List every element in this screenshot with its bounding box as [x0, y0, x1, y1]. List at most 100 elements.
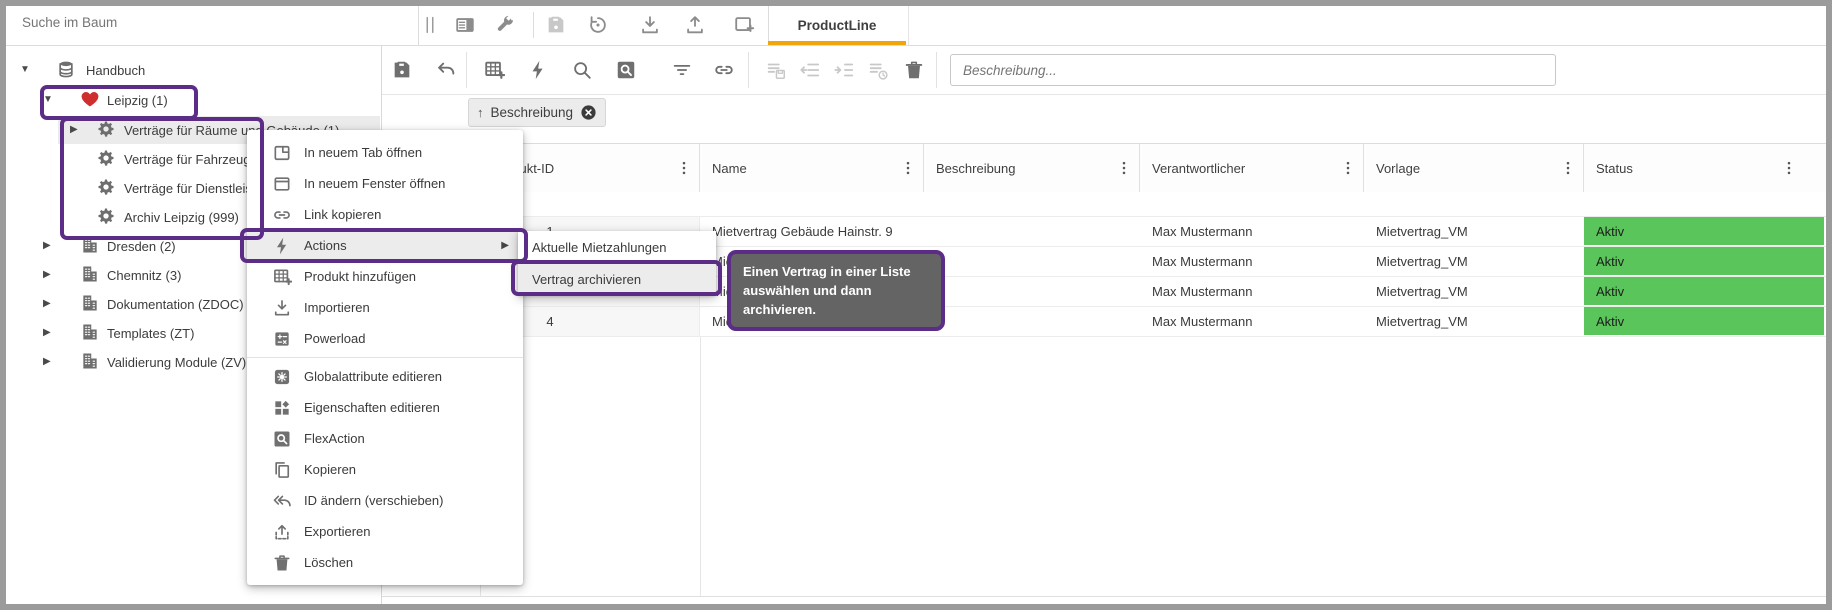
header-cell-verantwortlicher[interactable]: Verantwortlicher	[1140, 144, 1364, 193]
menu-item-in-neuem-tab-öffnen[interactable]: In neuem Tab öffnen	[247, 137, 523, 168]
restore-history-icon[interactable]	[587, 14, 609, 36]
menu-item-importieren[interactable]: Importieren	[247, 292, 523, 323]
menu-item-id-ändern-verschieben[interactable]: ID ändern (verschieben)	[247, 485, 523, 516]
wrench-icon[interactable]	[494, 14, 516, 36]
table-new-entry-row[interactable]	[382, 192, 1826, 217]
panel-view-icon[interactable]	[454, 14, 476, 36]
cell-name[interactable]: Mietvertrag Gebäude Hainstr. 9	[700, 217, 924, 246]
cell-beschreibung[interactable]	[924, 247, 1140, 276]
save-icon[interactable]	[545, 14, 567, 36]
sort-chip-beschreibung[interactable]: ↑ Beschreibung	[468, 98, 606, 127]
open-window-icon	[272, 174, 292, 194]
cell-vorlage[interactable]: Mietvertrag_VM	[1364, 217, 1584, 246]
expand-arrow-icon[interactable]: ▶	[43, 269, 51, 280]
submenu-item-vertrag-archivieren[interactable]: Vertrag archivieren	[518, 263, 716, 295]
expand-arrow-icon[interactable]: ▶	[43, 327, 51, 338]
indent-right-icon[interactable]	[833, 59, 855, 81]
tree-item-label: Handbuch	[86, 63, 145, 78]
header-cell-vorlage[interactable]: Vorlage	[1364, 144, 1584, 193]
cell-status[interactable]: Aktiv	[1584, 277, 1826, 306]
header-cell-status[interactable]: Status	[1584, 144, 1826, 193]
cell-verantwortlicher[interactable]: Max Mustermann	[1140, 277, 1364, 306]
menu-item-exportieren[interactable]: Exportieren	[247, 516, 523, 547]
cell-beschreibung[interactable]	[924, 307, 1140, 336]
table-bottom-border	[382, 596, 1826, 597]
cell-beschreibung[interactable]	[924, 277, 1140, 306]
menu-item-powerload[interactable]: Powerload	[247, 323, 523, 354]
column-menu-icon[interactable]	[899, 159, 917, 177]
menu-item-label: Importieren	[304, 300, 370, 315]
expand-arrow-icon[interactable]: ▶	[43, 356, 51, 367]
table-plus-icon[interactable]	[483, 59, 505, 81]
cell-beschreibung[interactable]	[924, 217, 1140, 246]
cell-status[interactable]: Aktiv	[1584, 247, 1826, 276]
list-save-icon[interactable]	[765, 59, 787, 81]
divider	[748, 52, 749, 88]
undo-icon[interactable]	[435, 59, 457, 81]
tree-item-handbuch[interactable]: ▼ Handbuch	[6, 56, 380, 84]
cell-status[interactable]: Aktiv	[1584, 217, 1826, 246]
menu-item-label: Kopieren	[304, 462, 356, 477]
menu-item-label: FlexAction	[304, 431, 365, 446]
filter-icon[interactable]	[671, 59, 693, 81]
tree-item-label: Leipzig (1)	[107, 93, 168, 108]
drag-handle-icon[interactable]	[419, 14, 441, 36]
lightning-icon[interactable]	[527, 59, 549, 81]
beschreibung-filter-input[interactable]	[950, 54, 1556, 86]
new-tab-icon[interactable]	[733, 14, 755, 36]
cell-verantwortlicher[interactable]: Max Mustermann	[1140, 217, 1364, 246]
menu-item-kopieren[interactable]: Kopieren	[247, 454, 523, 485]
download-icon[interactable]	[639, 14, 661, 36]
search-icon[interactable]	[571, 59, 593, 81]
cell-vorlage[interactable]: Mietvertrag_VM	[1364, 277, 1584, 306]
menu-item-produkt-hinzufügen[interactable]: Produkt hinzufügen	[247, 261, 523, 292]
expand-arrow-icon[interactable]: ▶	[70, 124, 78, 135]
cell-verantwortlicher[interactable]: Max Mustermann	[1140, 307, 1364, 336]
list-history-icon[interactable]	[867, 59, 889, 81]
expand-arrow-icon[interactable]: ▶	[43, 240, 51, 251]
tree-item-label: Templates (ZT)	[107, 326, 194, 341]
tab-productline[interactable]: ProductLine	[768, 6, 906, 45]
menu-item-löschen[interactable]: Löschen	[247, 547, 523, 578]
menu-item-globalattribute-editieren[interactable]: Globalattribute editieren	[247, 361, 523, 392]
gear-icon	[96, 119, 118, 141]
save-icon[interactable]	[391, 59, 413, 81]
tree-search-input[interactable]	[20, 14, 404, 31]
divider	[936, 52, 937, 88]
upload-icon[interactable]	[684, 14, 706, 36]
cell-vorlage[interactable]: Mietvertrag_VM	[1364, 247, 1584, 276]
column-menu-icon[interactable]	[1780, 159, 1798, 177]
context-menu: In neuem Tab öffnenIn neuem Fenster öffn…	[247, 130, 523, 585]
link-icon	[272, 205, 292, 225]
table-row[interactable]: 4Mietvertrag für Aurelienstr. 3Max Muste…	[382, 307, 1826, 337]
gear-box-icon	[272, 367, 292, 387]
search-box-icon[interactable]	[615, 59, 637, 81]
menu-item-label: Actions	[304, 238, 347, 253]
menu-item-eigenschaften-editieren[interactable]: Eigenschaften editieren	[247, 392, 523, 423]
cell-status[interactable]: Aktiv	[1584, 307, 1826, 336]
menu-item-actions[interactable]: Actions▶	[247, 230, 523, 261]
column-menu-icon[interactable]	[1559, 159, 1577, 177]
table-header-row: Produkt-IDNameBeschreibungVerantwortlich…	[382, 143, 1826, 194]
tree-item-label: Archiv Leipzig (999)	[124, 210, 239, 225]
move-id-icon	[272, 491, 292, 511]
collapse-arrow-icon[interactable]: ▼	[43, 94, 53, 105]
cell-vorlage[interactable]: Mietvertrag_VM	[1364, 307, 1584, 336]
menu-item-link-kopieren[interactable]: Link kopieren	[247, 199, 523, 230]
collapse-arrow-icon[interactable]: ▼	[20, 64, 30, 75]
trash-icon[interactable]	[903, 59, 925, 81]
column-menu-icon[interactable]	[675, 159, 693, 177]
menu-item-flexaction[interactable]: FlexAction	[247, 423, 523, 454]
tree-item-leipzig-1[interactable]: ▼ Leipzig (1)	[6, 86, 380, 114]
link-icon[interactable]	[713, 59, 735, 81]
column-menu-icon[interactable]	[1339, 159, 1357, 177]
collapse-left-icon[interactable]	[799, 59, 821, 81]
submenu-item-aktuelle-mietzahlungen[interactable]: Aktuelle Mietzahlungen	[518, 231, 716, 263]
cell-verantwortlicher[interactable]: Max Mustermann	[1140, 247, 1364, 276]
header-cell-name[interactable]: Name	[700, 144, 924, 193]
header-cell-beschreibung[interactable]: Beschreibung	[924, 144, 1140, 193]
expand-arrow-icon[interactable]: ▶	[43, 298, 51, 309]
menu-item-in-neuem-fenster-öffnen[interactable]: In neuem Fenster öffnen	[247, 168, 523, 199]
remove-sort-icon[interactable]	[580, 104, 597, 121]
column-menu-icon[interactable]	[1115, 159, 1133, 177]
